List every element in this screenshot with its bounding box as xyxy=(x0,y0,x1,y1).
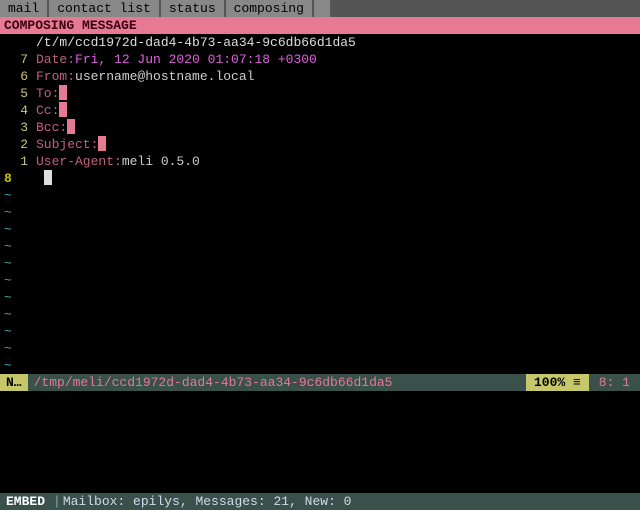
cursor-subject xyxy=(98,136,106,151)
status-percent: 100% ≡ xyxy=(526,374,589,391)
status-mode: N… xyxy=(0,374,28,391)
header-from-value: username@hostname.local xyxy=(75,68,254,85)
gutter-5: 5 xyxy=(4,85,28,102)
empty-line: ~ xyxy=(0,204,640,221)
empty-line: ~ xyxy=(0,238,640,255)
header-bcc-key: Bcc: xyxy=(36,119,67,136)
header-to-key: To: xyxy=(36,85,59,102)
empty-line: ~ xyxy=(0,221,640,238)
header-useragent-value: meli 0.5.0 xyxy=(122,153,200,170)
gutter-8-active: 8 xyxy=(4,170,20,187)
header-useragent-key: User-Agent: xyxy=(36,153,122,170)
bottom-text: Mailbox: epilys, Messages: 21, New: 0 xyxy=(63,493,352,510)
empty-line: ~ xyxy=(0,323,640,340)
tab-spacer xyxy=(330,0,638,17)
editor-area[interactable]: /t/m/ccd1972d-dad4-4b73-aa34-9c6db66d1da… xyxy=(0,34,640,187)
status-position: 8: 1 xyxy=(589,374,640,391)
gutter-6: 6 xyxy=(4,68,28,85)
tab-bar: mail contact list status composing xyxy=(0,0,640,17)
cursor-bcc xyxy=(67,119,75,134)
gutter-4: 4 xyxy=(4,102,28,119)
tab-mail[interactable]: mail xyxy=(0,0,47,17)
composing-titlebar: COMPOSING MESSAGE xyxy=(0,17,640,34)
gutter-blank xyxy=(4,34,28,51)
header-subject-key: Subject: xyxy=(36,136,98,153)
header-date-value: Fri, 12 Jun 2020 01:07:18 +0300 xyxy=(75,51,317,68)
file-header-path: /t/m/ccd1972d-dad4-4b73-aa34-9c6db66d1da… xyxy=(36,34,356,51)
status-path: /tmp/meli/ccd1972d-dad4-4b73-aa34-9c6db6… xyxy=(28,374,526,391)
tab-composing[interactable]: composing xyxy=(226,0,312,17)
gutter-2: 2 xyxy=(4,136,28,153)
cursor-to xyxy=(59,85,67,100)
bottom-sep: | xyxy=(51,493,63,510)
editor-statusline: N… /tmp/meli/ccd1972d-dad4-4b73-aa34-9c6… xyxy=(0,374,640,391)
app-statusbar: EMBED | Mailbox: epilys, Messages: 21, N… xyxy=(0,493,640,510)
header-date-key: Date: xyxy=(36,51,75,68)
tab-status[interactable]: status xyxy=(161,0,224,17)
header-cc-key: Cc: xyxy=(36,102,59,119)
tab-contact-list[interactable]: contact list xyxy=(49,0,159,17)
bottom-mode: EMBED xyxy=(0,493,51,510)
empty-line: ~ xyxy=(0,255,640,272)
header-from-key: From: xyxy=(36,68,75,85)
empty-line: ~ xyxy=(0,187,640,204)
tab-trail xyxy=(314,0,330,17)
cursor-cc xyxy=(59,102,67,117)
empty-line: ~ xyxy=(0,357,640,374)
empty-line: ~ xyxy=(0,289,640,306)
empty-line: ~ xyxy=(0,272,640,289)
gutter-7: 7 xyxy=(4,51,28,68)
gutter-3: 3 xyxy=(4,119,28,136)
empty-line: ~ xyxy=(0,340,640,357)
empty-line: ~ xyxy=(0,306,640,323)
gutter-1: 1 xyxy=(4,153,28,170)
cursor-body xyxy=(44,170,52,185)
